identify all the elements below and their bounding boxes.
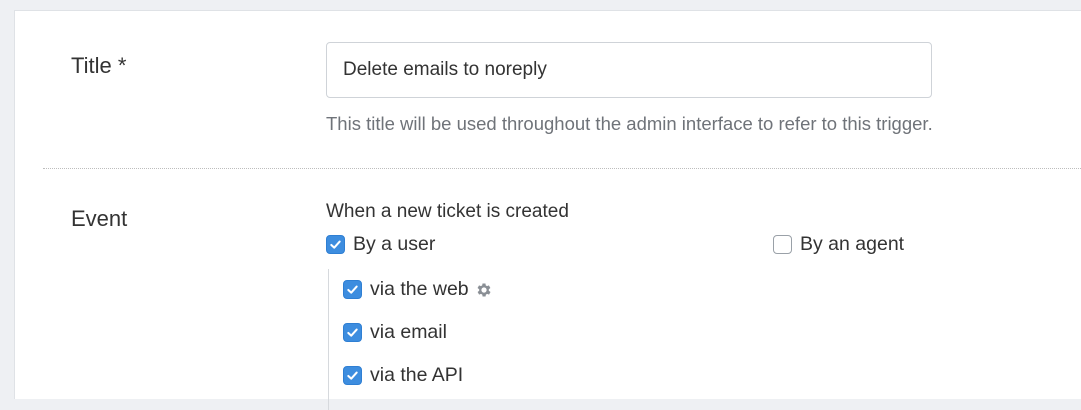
event-heading: When a new ticket is created bbox=[326, 201, 569, 222]
gear-icon[interactable] bbox=[475, 281, 493, 299]
by-user-label: By a user bbox=[353, 233, 436, 255]
checkmark-icon bbox=[347, 371, 358, 380]
via-api-label: via the API bbox=[370, 364, 464, 386]
checkmark-icon bbox=[347, 285, 358, 294]
sub-options-guide-line bbox=[328, 269, 329, 410]
by-agent-checkbox[interactable] bbox=[773, 235, 792, 254]
via-api-checkbox[interactable] bbox=[343, 366, 362, 385]
title-label: Title * bbox=[71, 53, 127, 78]
checkmark-icon bbox=[330, 240, 341, 249]
title-help-text: This title will be used throughout the a… bbox=[326, 113, 933, 134]
by-user-checkbox[interactable] bbox=[326, 235, 345, 254]
event-label: Event bbox=[71, 206, 128, 231]
via-api-option[interactable]: via the API bbox=[343, 364, 463, 387]
via-web-option[interactable]: via the web bbox=[343, 278, 493, 301]
section-divider bbox=[43, 168, 1081, 169]
via-web-label: via the web bbox=[370, 278, 469, 300]
by-agent-label: By an agent bbox=[800, 233, 905, 255]
checkmark-icon bbox=[347, 328, 358, 337]
via-email-label: via email bbox=[370, 321, 447, 343]
via-web-checkbox[interactable] bbox=[343, 280, 362, 299]
by-agent-option[interactable]: By an agent bbox=[773, 233, 904, 256]
title-input[interactable] bbox=[326, 42, 932, 98]
by-user-option[interactable]: By a user bbox=[326, 233, 435, 256]
via-email-option[interactable]: via email bbox=[343, 321, 447, 344]
trigger-form-panel: Title * This title will be used througho… bbox=[14, 10, 1081, 410]
via-email-checkbox[interactable] bbox=[343, 323, 362, 342]
